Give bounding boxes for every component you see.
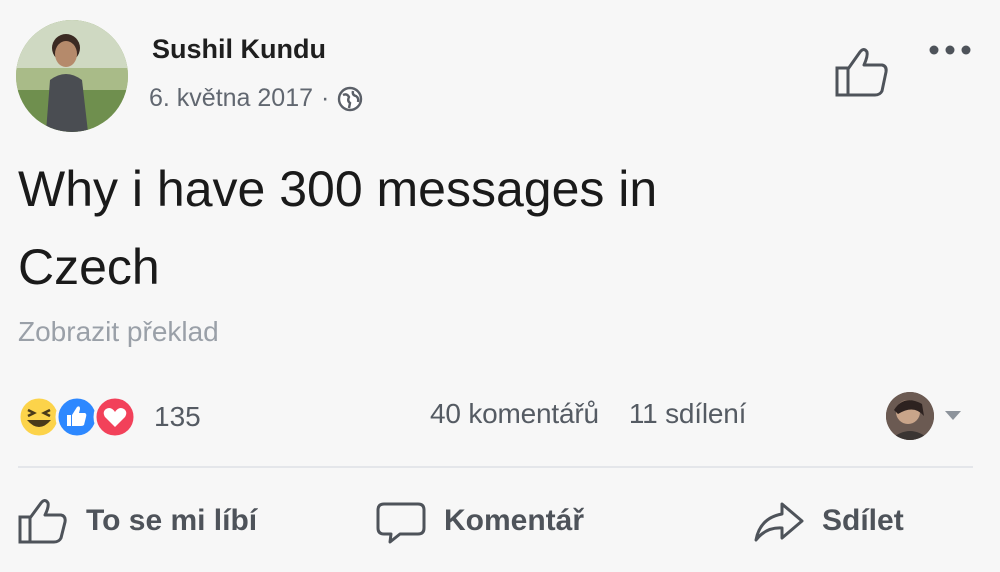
meta-separator: · bbox=[321, 84, 330, 112]
comment-icon bbox=[376, 502, 426, 544]
post-counts: 40 komentářů 11 sdílení bbox=[430, 398, 746, 430]
reaction-icons bbox=[16, 394, 156, 440]
post-text-line: Czech bbox=[18, 239, 160, 295]
globe-icon[interactable] bbox=[337, 86, 363, 112]
post-date[interactable]: 6. května 2017 bbox=[149, 84, 313, 113]
reactions-count[interactable]: 135 bbox=[154, 401, 201, 433]
thumbs-up-icon bbox=[18, 499, 67, 544]
facebook-post: Sushil Kundu 6. května 2017 · Why i have… bbox=[0, 0, 1000, 572]
chevron-down-icon[interactable] bbox=[943, 408, 963, 422]
comment-label: Komentář bbox=[444, 504, 585, 537]
like-label: To se mi líbí bbox=[86, 504, 258, 537]
viewer-avatar[interactable] bbox=[886, 392, 934, 440]
comments-count[interactable]: 40 komentářů bbox=[430, 398, 599, 430]
post-text-line: Why i have 300 messages in bbox=[18, 161, 658, 217]
author-avatar[interactable] bbox=[16, 20, 128, 132]
post-meta: 6. května 2017 · bbox=[149, 84, 363, 113]
thumbs-up-icon[interactable] bbox=[833, 44, 891, 100]
more-options-icon[interactable] bbox=[927, 40, 973, 60]
share-button[interactable]: Sdílet bbox=[752, 496, 904, 546]
love-icon bbox=[93, 395, 137, 439]
reactions-summary[interactable]: 135 bbox=[16, 394, 201, 440]
divider bbox=[18, 466, 973, 468]
author-name[interactable]: Sushil Kundu bbox=[152, 34, 326, 65]
share-icon bbox=[754, 502, 804, 542]
post-text: Why i have 300 messages in Czech bbox=[18, 150, 958, 306]
comment-button[interactable]: Komentář bbox=[374, 496, 584, 546]
share-label: Sdílet bbox=[822, 504, 904, 537]
shares-count[interactable]: 11 sdílení bbox=[629, 398, 747, 430]
see-translation-link[interactable]: Zobrazit překlad bbox=[18, 316, 219, 348]
like-button[interactable]: To se mi líbí bbox=[16, 496, 257, 546]
